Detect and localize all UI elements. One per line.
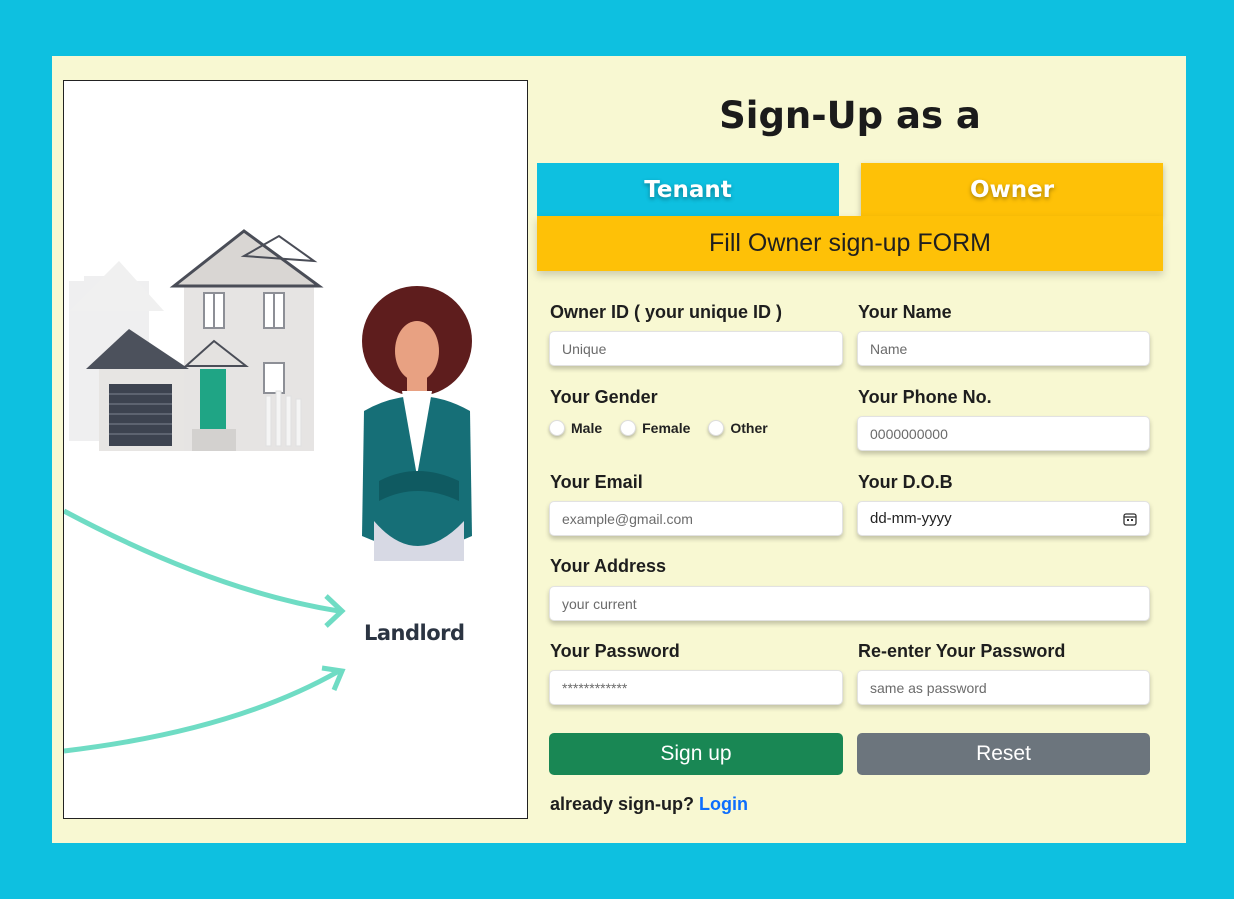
login-prompt-text: already sign-up? [550, 794, 695, 814]
password-input[interactable] [549, 670, 843, 705]
page-title: Sign-Up as a [719, 94, 981, 137]
tab-owner[interactable]: Owner [861, 163, 1163, 216]
login-link[interactable]: Login [699, 794, 748, 814]
reset-button[interactable]: Reset [857, 733, 1150, 775]
address-label: Your Address [550, 556, 667, 576]
dob-input[interactable]: dd-mm-yyyy [857, 501, 1150, 536]
signup-form: Sign-Up as a Tenant Owner Fill Owner sig… [537, 56, 1167, 843]
landlord-label: Landlord [364, 621, 465, 645]
gender-male-radio[interactable] [549, 420, 565, 436]
form-banner: Fill Owner sign-up FORM [537, 216, 1163, 271]
dob-label: Your D.O.B [858, 472, 953, 492]
email-label: Your Email [550, 472, 643, 492]
signup-button[interactable]: Sign up [549, 733, 843, 775]
gender-male-label: Male [571, 420, 603, 436]
signup-card: Landlord Sign-Up as a Tenant Owner Fill … [52, 56, 1186, 843]
address-input[interactable] [549, 586, 1150, 621]
gender-label: Your Gender [550, 387, 658, 407]
password-confirm-label: Re-enter Your Password [858, 641, 1066, 661]
password-confirm-input[interactable] [857, 670, 1150, 705]
phone-label: Your Phone No. [858, 387, 992, 407]
gender-other-label: Other [730, 420, 768, 436]
password-label: Your Password [550, 641, 680, 661]
email-input[interactable] [549, 501, 843, 536]
calendar-icon[interactable] [1123, 512, 1137, 526]
name-input[interactable] [857, 331, 1150, 366]
phone-input[interactable] [857, 416, 1150, 451]
tab-tenant[interactable]: Tenant [537, 163, 839, 216]
gender-female-radio[interactable] [620, 420, 637, 436]
owner-id-input[interactable] [549, 331, 843, 366]
login-prompt: already sign-up? Login [550, 794, 748, 815]
owner-id-label: Owner ID ( your unique ID ) [550, 302, 783, 322]
dob-value: dd-mm-yyyy [870, 510, 952, 527]
gender-female-label: Female [642, 420, 691, 436]
house-illustration [64, 229, 472, 754]
gender-other-radio[interactable] [708, 420, 725, 436]
illustration-panel: Landlord [63, 80, 528, 819]
name-label: Your Name [858, 302, 952, 322]
gender-radio-group: Male Female Other [549, 420, 780, 436]
